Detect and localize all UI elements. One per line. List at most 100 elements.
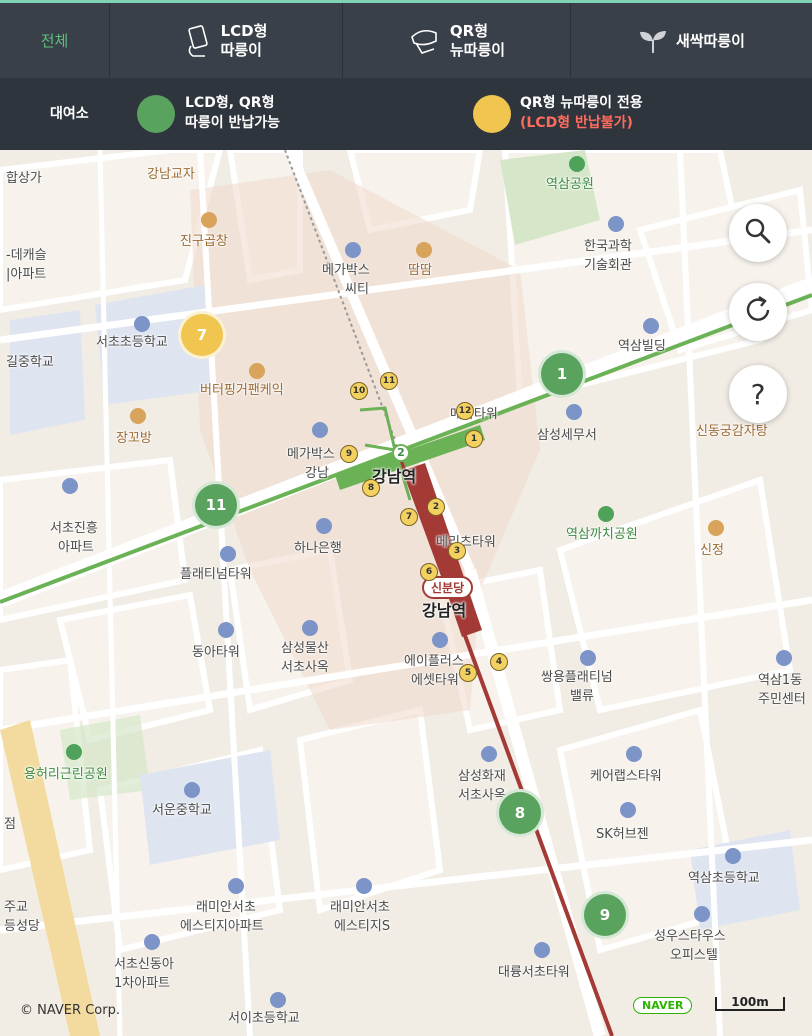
poi-label: 대륭서초타워 bbox=[498, 965, 570, 980]
poi-label: 역삼1동 bbox=[758, 673, 803, 688]
poi-label: 아파트 bbox=[58, 540, 94, 555]
help-button[interactable]: ? bbox=[729, 365, 787, 423]
school-pin-icon bbox=[725, 848, 741, 864]
poi-label: 서이초등학교 bbox=[228, 1011, 300, 1026]
station-marker-small[interactable]: 4 bbox=[490, 653, 508, 671]
tab-qr[interactable]: QR형 뉴따릉이 bbox=[343, 3, 571, 78]
poi-label: 케어랩스타워 bbox=[590, 769, 662, 784]
school-pin-icon bbox=[134, 316, 150, 332]
station-marker-small[interactable]: 11 bbox=[380, 372, 398, 390]
poi-label: 성우스타우스 bbox=[654, 929, 726, 944]
poi-label: 메리츠타워 bbox=[436, 535, 496, 550]
help-icon: ? bbox=[750, 377, 766, 411]
refresh-icon bbox=[741, 293, 775, 331]
poi-label: 삼성물산 bbox=[281, 641, 329, 656]
bank-pin-icon bbox=[316, 518, 332, 534]
lcd-device-icon bbox=[185, 24, 213, 58]
park-pin-icon bbox=[66, 744, 82, 760]
restaurant-pin-icon bbox=[708, 520, 724, 536]
station-legend: 대여소 LCD형, QR형 따릉이 반납가능 QR형 뉴따릉이 전용 (LCD형… bbox=[0, 78, 812, 150]
search-button[interactable] bbox=[729, 204, 787, 262]
naver-logo: NAVER bbox=[633, 997, 693, 1014]
apartment-pin-icon bbox=[620, 802, 636, 818]
refresh-button[interactable] bbox=[729, 283, 787, 341]
station-marker-small[interactable]: 8 bbox=[362, 479, 380, 497]
station-marker-small[interactable]: 10 bbox=[350, 382, 368, 400]
poi-label: 하나은행 bbox=[294, 541, 342, 556]
apartment-pin-icon bbox=[580, 650, 596, 666]
poi-label: 동아타워 bbox=[192, 645, 240, 660]
office-pin-icon bbox=[220, 546, 236, 562]
poi-label: 서초진흥 bbox=[50, 521, 98, 536]
poi-label: -데캐슬 bbox=[6, 248, 47, 263]
station-marker-small[interactable]: 12 bbox=[456, 402, 474, 420]
poi-label: 역삼빌딩 bbox=[618, 339, 666, 354]
tab-sprout[interactable]: 새싹따릉이 bbox=[571, 3, 812, 78]
station-cluster-green[interactable]: 11 bbox=[192, 481, 240, 529]
apartment-pin-icon bbox=[694, 906, 710, 922]
map-view[interactable]: 합상가 강남교자 역삼공원 진구곱창 한국과학 기술회관 -데캐슬 |아파트 메… bbox=[0, 150, 812, 1036]
poi-label: 역삼공원 bbox=[546, 177, 594, 192]
building-pin-icon bbox=[62, 478, 78, 494]
poi-label: |아파트 bbox=[6, 267, 47, 282]
office-pin-icon bbox=[302, 620, 318, 636]
map-scale: 100m bbox=[715, 996, 785, 1011]
poi-label: 서초신동아 bbox=[114, 957, 174, 972]
poi-label: 서초초등학교 bbox=[96, 335, 168, 350]
station-marker-small[interactable]: 2 bbox=[427, 498, 445, 516]
poi-label: 1차아파트 bbox=[114, 976, 171, 991]
poi-label: 역삼초등학교 bbox=[688, 871, 760, 886]
poi-label: 래미안서초 bbox=[330, 900, 390, 915]
station-label-sinbundang: 강남역 bbox=[422, 601, 467, 620]
station-cluster-green[interactable]: 8 bbox=[496, 789, 544, 837]
legend-green-text: LCD형, QR형 따릉이 반납가능 bbox=[185, 95, 281, 131]
office-pin-icon bbox=[432, 632, 448, 648]
tab-lcd-label: LCD형 따릉이 bbox=[220, 21, 268, 59]
search-icon bbox=[743, 216, 773, 250]
tab-all[interactable]: 전체 bbox=[0, 3, 110, 78]
sprout-icon bbox=[638, 28, 668, 54]
poi-label: 씨티 bbox=[345, 282, 369, 297]
legend-title: 대여소 bbox=[50, 106, 89, 122]
restaurant-pin-icon bbox=[201, 212, 217, 228]
poi-label: 강남 bbox=[305, 466, 329, 481]
poi-label: 삼성세무서 bbox=[537, 428, 597, 443]
station-cluster-yellow[interactable]: 7 bbox=[178, 311, 226, 359]
poi-label: 용허리근린공원 bbox=[24, 767, 108, 782]
cinema-pin-icon bbox=[345, 242, 361, 258]
poi-label: 메가박스 bbox=[322, 263, 370, 278]
poi-label: 역삼까치공원 bbox=[566, 527, 638, 542]
office-pin-icon bbox=[566, 404, 582, 420]
poi-label: 신정 bbox=[700, 543, 724, 558]
map-copyright: © NAVER Corp. bbox=[20, 1003, 120, 1018]
station-marker-small[interactable]: 7 bbox=[400, 508, 418, 526]
apartment-pin-icon bbox=[228, 878, 244, 894]
poi-label: 한국과학 bbox=[584, 239, 632, 254]
building-pin-icon bbox=[643, 318, 659, 334]
poi-label: 서초사옥 bbox=[281, 660, 329, 675]
office-pin-icon bbox=[218, 622, 234, 638]
station-marker-small[interactable]: 3 bbox=[448, 542, 466, 560]
station-marker-small[interactable]: 6 bbox=[420, 563, 438, 581]
station-marker-small[interactable]: 5 bbox=[459, 664, 477, 682]
cafe-pin-icon bbox=[130, 408, 146, 424]
tab-sprout-label: 새싹따릉이 bbox=[675, 32, 745, 50]
poi-label: 메가박스 bbox=[287, 447, 335, 462]
station-marker-small[interactable]: 9 bbox=[340, 445, 358, 463]
poi-label: 에스티지S bbox=[334, 919, 391, 934]
poi-label: 점 bbox=[4, 817, 16, 832]
station-cluster-green[interactable]: 9 bbox=[581, 891, 629, 939]
station-marker-small[interactable]: 1 bbox=[465, 430, 483, 448]
restaurant-pin-icon bbox=[416, 242, 432, 258]
poi-label: 신동궁감자탕 bbox=[696, 424, 768, 439]
map-base bbox=[0, 150, 812, 1036]
legend-yellow-text: QR형 뉴따릉이 전용 (LCD형 반납불가) bbox=[520, 95, 643, 131]
station-cluster-green[interactable]: 1 bbox=[538, 350, 586, 398]
poi-label: 길중학교 bbox=[6, 355, 54, 370]
poi-label: 주민센터 bbox=[758, 692, 806, 707]
poi-label: 땀땀 bbox=[408, 263, 432, 278]
apartment-pin-icon bbox=[144, 934, 160, 950]
poi-label: 삼성화재 bbox=[458, 769, 506, 784]
tab-lcd[interactable]: LCD형 따릉이 bbox=[110, 3, 343, 78]
poi-label: SK허브젠 bbox=[596, 827, 649, 842]
